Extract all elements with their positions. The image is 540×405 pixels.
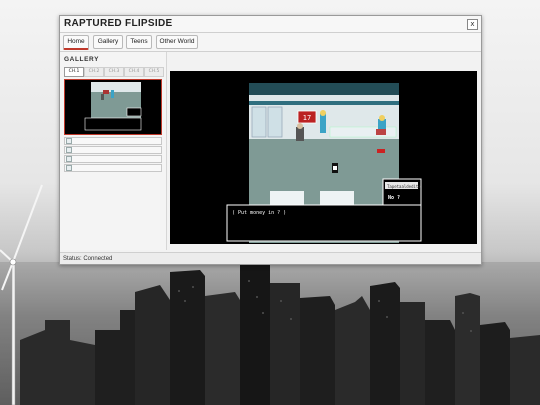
chapter-tab-1[interactable]: CH.1 — [64, 67, 84, 77]
window-title: RAPTURED FLIPSIDE — [64, 18, 173, 29]
dialog-text: ( Put money in ? ) — [232, 210, 286, 216]
game-scene: 17 Tapetaaldedite No ? ( Put money in ? … — [170, 71, 477, 244]
choice-title: Tapetaaldedite — [387, 184, 421, 189]
sign-text: 17 — [303, 114, 311, 122]
game-viewer[interactable]: 17 Tapetaaldedite No ? ( Put money in ? … — [170, 71, 477, 244]
broken-image-3[interactable] — [64, 155, 162, 163]
tab-bar: Home Gallery Teens Other World — [60, 33, 481, 52]
broken-image-icon — [66, 138, 72, 144]
close-icon[interactable]: x — [467, 19, 478, 30]
title-bar: RAPTURED FLIPSIDE x — [60, 16, 481, 33]
gallery-thumbnail-selected[interactable] — [64, 79, 162, 135]
choice-option[interactable]: No ? — [388, 195, 400, 201]
broken-image-1[interactable] — [64, 137, 162, 145]
broken-image-icon — [66, 147, 72, 153]
broken-image-2[interactable] — [64, 146, 162, 154]
chapter-tab-2[interactable]: CH.2 — [84, 67, 104, 77]
status-bar: Status: Connected — [60, 252, 481, 264]
broken-image-icon — [66, 165, 72, 171]
chapter-tab-3[interactable]: CH.3 — [104, 67, 124, 77]
gallery-heading: GALLERY — [64, 56, 100, 63]
tab-teens[interactable]: Teens — [126, 35, 152, 49]
broken-image-4[interactable] — [64, 164, 162, 172]
chapter-tab-4[interactable]: CH.4 — [124, 67, 144, 77]
tab-other-world[interactable]: Other World — [156, 35, 198, 49]
gallery-sidebar: GALLERY CH.1 CH.2 CH.3 CH.4 CH.5 — [60, 52, 167, 250]
tab-home[interactable]: Home — [63, 35, 89, 50]
thumbnail-preview — [65, 80, 161, 134]
tab-gallery[interactable]: Gallery — [93, 35, 123, 49]
broken-image-icon — [66, 156, 72, 162]
app-window: RAPTURED FLIPSIDE x Home Gallery Teens O… — [59, 15, 482, 265]
chapter-tab-5[interactable]: CH.5 — [144, 67, 164, 77]
